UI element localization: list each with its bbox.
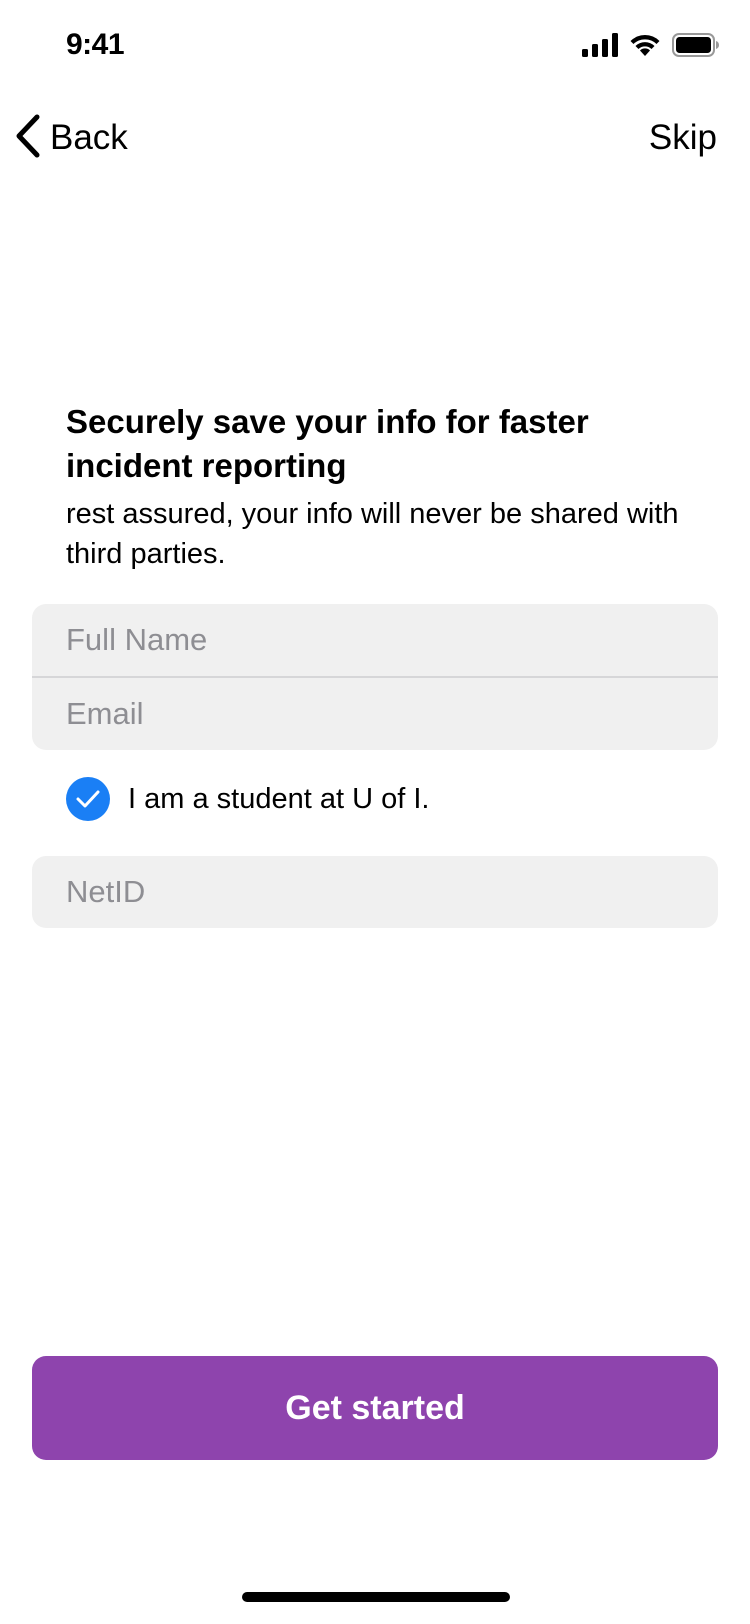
contact-field-group [32, 604, 718, 750]
signup-form-section: Securely save your info for faster incid… [32, 400, 718, 928]
student-checkbox-row[interactable]: I am a student at U of I. [32, 766, 718, 832]
full-name-input[interactable] [32, 604, 718, 676]
page-subtitle: rest assured, your info will never be sh… [66, 498, 679, 570]
home-indicator [242, 1592, 510, 1602]
navigation-bar: Back Skip [0, 94, 750, 182]
status-icons [582, 32, 720, 62]
checkmark-icon [76, 790, 100, 808]
page-title: Securely save your info for faster incid… [66, 403, 589, 484]
battery-icon [672, 32, 720, 62]
status-time: 9:41 [66, 28, 125, 61]
skip-button[interactable]: Skip [649, 108, 717, 168]
cellular-signal-icon [582, 32, 618, 62]
netid-input[interactable] [32, 856, 718, 928]
email-input[interactable] [32, 678, 718, 750]
chevron-left-icon [14, 114, 42, 163]
student-checkbox-label: I am a student at U of I. [128, 782, 430, 815]
get-started-button[interactable]: Get started [32, 1356, 718, 1460]
student-checkbox[interactable] [66, 777, 110, 821]
back-label: Back [50, 118, 128, 157]
back-button[interactable]: Back [14, 108, 128, 168]
status-bar: 9:41 [0, 0, 750, 94]
wifi-icon [628, 32, 662, 63]
netid-field-group [32, 856, 718, 928]
